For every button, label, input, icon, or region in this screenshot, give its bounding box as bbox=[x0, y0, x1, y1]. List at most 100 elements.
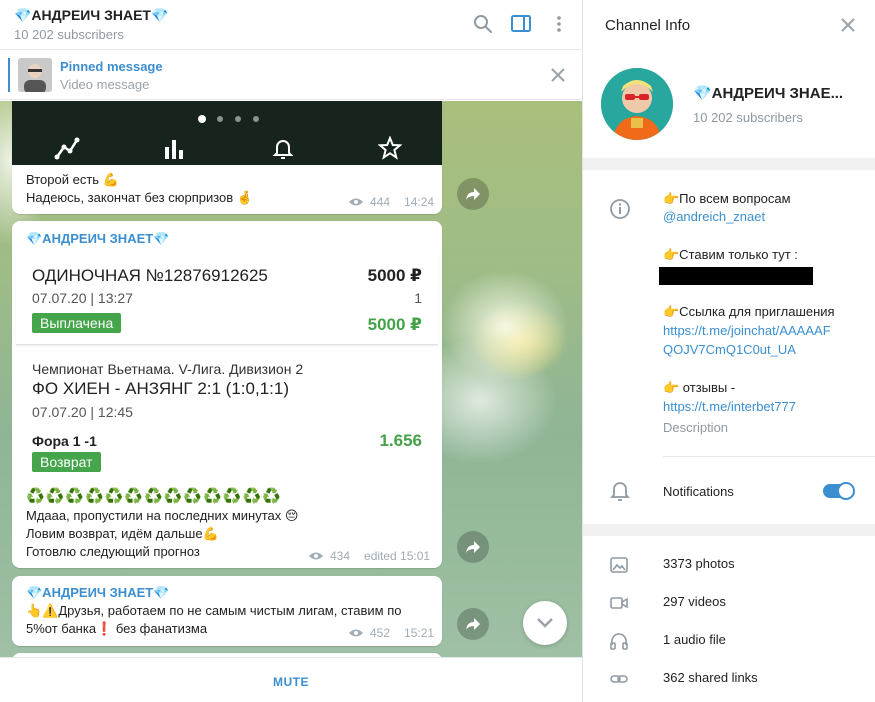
message-meta: 452 15:21 bbox=[348, 626, 434, 640]
views-icon bbox=[349, 198, 363, 206]
sidebar-toggle-icon[interactable] bbox=[510, 13, 532, 35]
mute-button[interactable]: MUTE bbox=[0, 675, 582, 689]
bet-event: Чемпионат Вьетнама. V-Лига. Дивизион 2 Ф… bbox=[16, 347, 438, 463]
channel-avatar[interactable] bbox=[601, 68, 673, 140]
pinned-message-bar[interactable]: Pinned message Video message bbox=[0, 50, 582, 100]
bet-stake: 5000 ₽ bbox=[367, 266, 422, 285]
message-line: 👆⚠️Друзья, работаем по не самым чистым л… bbox=[26, 603, 402, 618]
view-count: 452 bbox=[370, 626, 391, 640]
view-count: 434 bbox=[330, 549, 351, 563]
photos-row[interactable]: 3373 photos bbox=[583, 546, 875, 584]
toggle-knob bbox=[837, 482, 855, 500]
link-icon bbox=[610, 675, 628, 683]
forward-icon bbox=[466, 541, 480, 553]
pinned-thumbnail bbox=[18, 58, 52, 92]
channel-name: 💎АНДРЕИЧ ЗНАЕ... bbox=[693, 85, 844, 102]
bet-market: Фора 1 -1 bbox=[32, 433, 97, 449]
forward-button[interactable] bbox=[457, 608, 489, 640]
media-preview[interactable] bbox=[12, 101, 442, 165]
shared-media-panel: 3373 photos 297 videos 1 audio file 362 … bbox=[583, 536, 875, 702]
message-text: 👆⚠️Друзья, работаем по не самым чистым л… bbox=[26, 602, 402, 638]
emoji-row: ♻️♻️♻️♻️♻️♻️♻️♻️♻️♻️♻️♻️♻️ bbox=[26, 488, 282, 505]
chat-header[interactable]: 💎АНДРЕИЧ ЗНАЕТ💎 10 202 subscribers bbox=[0, 0, 582, 50]
notifications-toggle[interactable] bbox=[823, 482, 855, 500]
bet-league: Чемпионат Вьетнама. V-Лига. Дивизион 2 bbox=[32, 361, 304, 377]
videos-row[interactable]: 297 videos bbox=[583, 584, 875, 622]
bet-odds: 1.656 bbox=[379, 431, 422, 450]
info-panel-title: Channel Info bbox=[605, 17, 691, 34]
photos-count: 3373 photos bbox=[663, 556, 735, 571]
description-line: 👉Ставим только тут : bbox=[663, 247, 798, 262]
chevron-down-icon bbox=[537, 618, 553, 628]
bet-date: 07.07.20 | 13:27 bbox=[32, 290, 133, 306]
message-line: Надеюсь, закончат без сюрпризов 🤞 bbox=[26, 190, 253, 205]
message-text: Мдааа, пропустили на последних минутах 😔… bbox=[26, 507, 298, 561]
bell-icon bbox=[610, 482, 630, 501]
videos-count: 297 videos bbox=[663, 594, 726, 609]
bar-chart-icon bbox=[165, 140, 183, 159]
forward-icon bbox=[466, 188, 480, 200]
message-bubble[interactable]: Второй есть 💪 Надеюсь, закончат без сюрп… bbox=[12, 101, 442, 214]
pinned-accent-bar bbox=[8, 58, 10, 92]
notifications-label: Notifications bbox=[663, 484, 734, 499]
message-time: edited 15:01 bbox=[364, 549, 431, 563]
bottom-bar: MUTE bbox=[0, 657, 582, 702]
chat-title[interactable]: 💎АНДРЕИЧ ЗНАЕТ💎 bbox=[14, 7, 168, 24]
message-bubble[interactable]: 💎АНДРЕИЧ ЗНАЕТ💎 ОДИНОЧНАЯ №12876912625 5… bbox=[12, 221, 442, 568]
views-icon bbox=[349, 629, 363, 637]
description-link[interactable]: https://t.me/joinchat/AAAAAF bbox=[663, 322, 831, 340]
description-line: 👉По всем вопросам bbox=[663, 191, 791, 206]
views-icon bbox=[309, 552, 323, 560]
message-meta: 444 14:24 bbox=[348, 195, 434, 209]
description-caption: Description bbox=[663, 420, 729, 435]
message-bubble[interactable]: 💎АНДРЕИЧ ЗНАЕТ💎 👆⚠️Друзья, работаем по н… bbox=[12, 576, 442, 646]
bet-ticket-header: ОДИНОЧНАЯ №12876912625 5000 ₽ 07.07.20 |… bbox=[16, 253, 438, 345]
bell-icon bbox=[272, 140, 294, 159]
close-icon[interactable] bbox=[839, 16, 857, 34]
more-options-icon[interactable] bbox=[548, 13, 570, 35]
message-time: 15:21 bbox=[404, 626, 435, 640]
scroll-down-button[interactable] bbox=[523, 601, 567, 645]
bet-payout: 5000 ₽ bbox=[367, 315, 422, 334]
message-line: 5%от банка❗ без фанатизма bbox=[26, 621, 208, 636]
chat-history[interactable]: Второй есть 💪 Надеюсь, закончат без сюрп… bbox=[0, 101, 582, 657]
message-line: Ловим возврат, идём дальше💪 bbox=[26, 526, 219, 541]
description-link[interactable]: @andreich_znaet bbox=[663, 208, 765, 226]
chat-subscriber-count: 10 202 subscribers bbox=[14, 27, 124, 42]
chat-column: 💎АНДРЕИЧ ЗНАЕТ💎 10 202 subscribers Pinne… bbox=[0, 0, 582, 702]
description-line: 👉Ссылка для приглашения bbox=[663, 304, 835, 319]
description-link[interactable]: QOJV7CmQ1C0ut_UA bbox=[663, 341, 796, 359]
bet-result-badge: Возврат bbox=[32, 452, 101, 472]
channel-subscribers: 10 202 subscribers bbox=[693, 110, 803, 125]
notifications-row[interactable]: Notifications bbox=[583, 468, 875, 512]
bet-status-badge: Выплачена bbox=[32, 313, 122, 333]
message-time: 14:24 bbox=[404, 195, 435, 209]
description-link[interactable]: https://t.me/interbet777 bbox=[663, 398, 796, 416]
audio-count: 1 audio file bbox=[663, 632, 726, 647]
description-line: 👉 отзывы - bbox=[663, 380, 736, 395]
message-meta: 434 edited 15:01 bbox=[308, 549, 430, 563]
headphones-icon bbox=[610, 633, 628, 650]
close-pinned-icon[interactable] bbox=[549, 66, 567, 84]
bet-event-date: 07.07.20 | 12:45 bbox=[32, 404, 133, 420]
stats-line-icon bbox=[54, 137, 80, 160]
message-line: Второй есть 💪 bbox=[26, 172, 119, 187]
message-author[interactable]: 💎АНДРЕИЧ ЗНАЕТ💎 bbox=[26, 585, 169, 601]
star-icon bbox=[378, 136, 402, 160]
search-icon[interactable] bbox=[472, 13, 494, 35]
message-author[interactable]: 💎АНДРЕИЧ ЗНАЕТ💎 bbox=[26, 231, 169, 247]
pinned-title: Pinned message bbox=[60, 59, 163, 74]
channel-info-panel: Channel Info 💎АНДРЕИЧ ЗНАЕ... 10 202 sub… bbox=[582, 0, 875, 702]
forward-icon bbox=[466, 618, 480, 630]
forward-button[interactable] bbox=[457, 178, 489, 210]
info-header-panel: Channel Info 💎АНДРЕИЧ ЗНАЕ... 10 202 sub… bbox=[583, 0, 875, 158]
video-icon bbox=[610, 597, 628, 609]
bet-ticket-title: ОДИНОЧНАЯ №12876912625 bbox=[32, 266, 268, 285]
links-row[interactable]: 362 shared links bbox=[583, 660, 875, 698]
view-count: 444 bbox=[370, 195, 391, 209]
audio-row[interactable]: 1 audio file bbox=[583, 622, 875, 660]
info-details-panel: 👉По всем вопросам @andreich_znaet 👉Стави… bbox=[583, 170, 875, 524]
forward-button[interactable] bbox=[457, 531, 489, 563]
message-line: Мдааа, пропустили на последних минутах 😔 bbox=[26, 508, 299, 523]
redacted-block bbox=[659, 267, 813, 285]
